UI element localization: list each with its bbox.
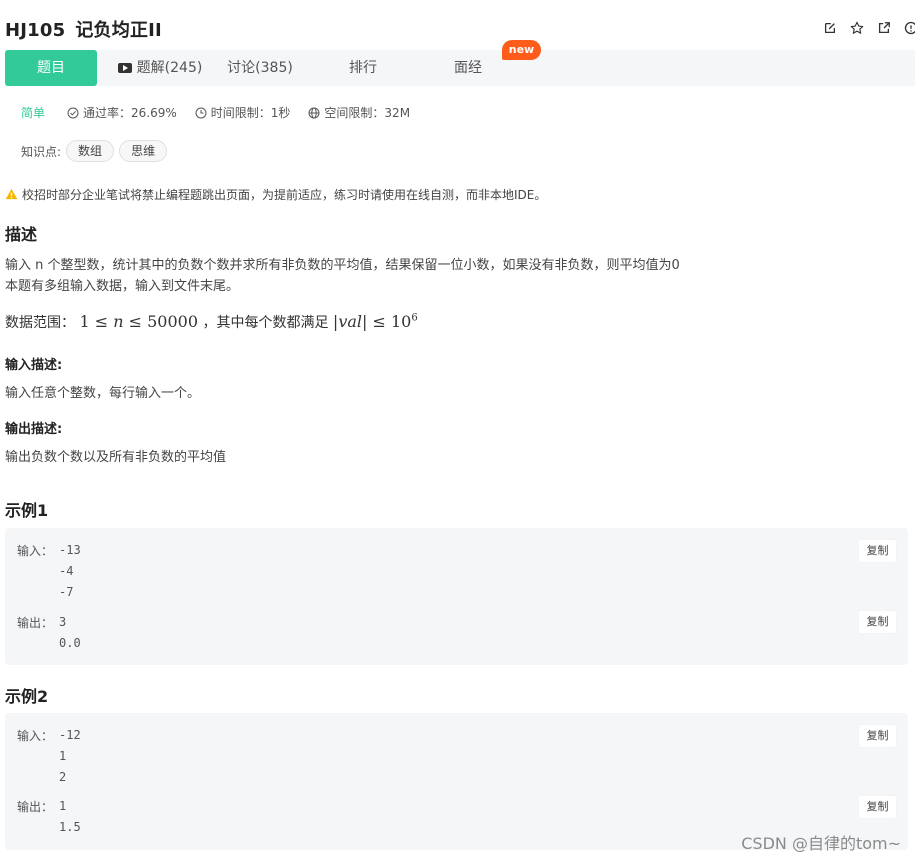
knowledge-points: 知识点: 数组 思维: [21, 140, 168, 162]
difficulty-label: 简单: [21, 106, 46, 120]
problem-name: 记负均正II: [75, 20, 162, 41]
value-formula: |val| ≤ 106: [332, 312, 418, 331]
output-line: 1: [59, 799, 67, 813]
pass-rate: 通过率：26.69%: [67, 104, 177, 121]
copy-input-button[interactable]: 复制: [859, 540, 896, 562]
tab-problem[interactable]: 题目: [5, 50, 97, 86]
input-desc-heading: 输入描述:: [5, 358, 63, 373]
copy-input-button[interactable]: 复制: [859, 725, 896, 747]
data-range: 数据范围： 1 ≤ n ≤ 50000 ，其中每个数都满足 |val| ≤ 10…: [5, 312, 418, 332]
csdn-watermark: CSDN @自律的tom~: [741, 834, 901, 853]
clock-icon: [195, 107, 207, 118]
warning-icon: [5, 188, 18, 200]
exam-notice: 校招时部分企业笔试将禁止编程题跳出页面，为提前适应，练习时请使用在线自测，而非本…: [5, 186, 546, 203]
help-icon[interactable]: [902, 19, 915, 36]
tab-solutions-label: 题解(245): [136, 60, 203, 76]
input-line: -13: [59, 543, 81, 557]
input-line: 2: [59, 770, 67, 784]
tab-bar: 题目 题解(245) 讨论(385) 排行 面经: [5, 50, 915, 86]
example-1-box: 输入： -13 -4 -7 复制 输出： 3 0.0 复制: [5, 528, 908, 665]
input-line: 1: [59, 749, 67, 763]
video-icon: [117, 63, 132, 73]
notice-text: 校招时部分企业笔试将禁止编程题跳出页面，为提前适应，练习时请使用在线自测，而非本…: [22, 188, 547, 202]
input-line: -7: [59, 585, 74, 599]
description-heading: 描述: [5, 225, 38, 244]
problem-meta: 简单 通过率：26.69% 时间限制：1秒 空间限制：32M: [21, 104, 428, 121]
input-label: 输入：: [17, 544, 54, 558]
input-line: -4: [59, 564, 74, 578]
range-label: 数据范围：: [5, 315, 75, 331]
new-badge: new: [502, 40, 541, 60]
example-1-title: 示例1: [5, 501, 49, 520]
tag-array[interactable]: 数组: [66, 140, 115, 162]
knowledge-label: 知识点:: [21, 144, 62, 159]
tab-discussion[interactable]: 讨论(385): [225, 50, 295, 86]
check-circle-icon: [67, 107, 79, 118]
space-limit-text: 空间限制：32M: [324, 106, 411, 120]
share-icon[interactable]: [875, 19, 892, 36]
pass-rate-text: 通过率：26.69%: [83, 106, 177, 120]
time-limit: 时间限制：1秒: [195, 104, 291, 121]
description-line-1: 输入 n 个整型数，统计其中的负数个数并求所有非负数的平均值，结果保留一位小数，…: [5, 258, 680, 273]
input-desc-text: 输入任意个整数，每行输入一个。: [5, 386, 201, 401]
example-2-title: 示例2: [5, 687, 49, 706]
range-separator: ，其中每个数都满足: [202, 315, 329, 331]
time-limit-text: 时间限制：1秒: [210, 106, 291, 120]
tab-interview[interactable]: 面经: [448, 50, 488, 86]
tab-solutions[interactable]: 题解(245): [110, 50, 210, 86]
copy-output-button[interactable]: 复制: [859, 796, 896, 818]
tag-thinking[interactable]: 思维: [119, 140, 168, 162]
output-line: 1.5: [59, 820, 81, 834]
globe-icon: [308, 107, 320, 118]
range-formula: 1 ≤ n ≤ 50000: [79, 312, 199, 331]
page-title: HJ105 记负均正II: [5, 16, 162, 42]
tab-ranking[interactable]: 排行: [343, 50, 383, 86]
output-desc-heading: 输出描述:: [5, 422, 63, 437]
output-label: 输出：: [17, 800, 54, 814]
input-label: 输入：: [17, 729, 54, 743]
output-desc-text: 输出负数个数以及所有非负数的平均值: [5, 450, 227, 465]
output-line: 3: [59, 615, 67, 629]
description-line-2: 本题有多组输入数据，输入到文件末尾。: [5, 279, 240, 294]
input-line: -12: [59, 728, 81, 742]
problem-code: HJ105: [5, 20, 66, 41]
space-limit: 空间限制：32M: [308, 104, 410, 121]
output-line: 0.0: [59, 636, 81, 650]
star-icon[interactable]: [848, 19, 865, 36]
copy-output-button[interactable]: 复制: [859, 611, 896, 633]
output-label: 输出：: [17, 616, 54, 630]
header-actions: [821, 19, 915, 36]
problem-header: HJ105 记负均正II: [0, 0, 915, 50]
edit-icon[interactable]: [821, 19, 838, 36]
